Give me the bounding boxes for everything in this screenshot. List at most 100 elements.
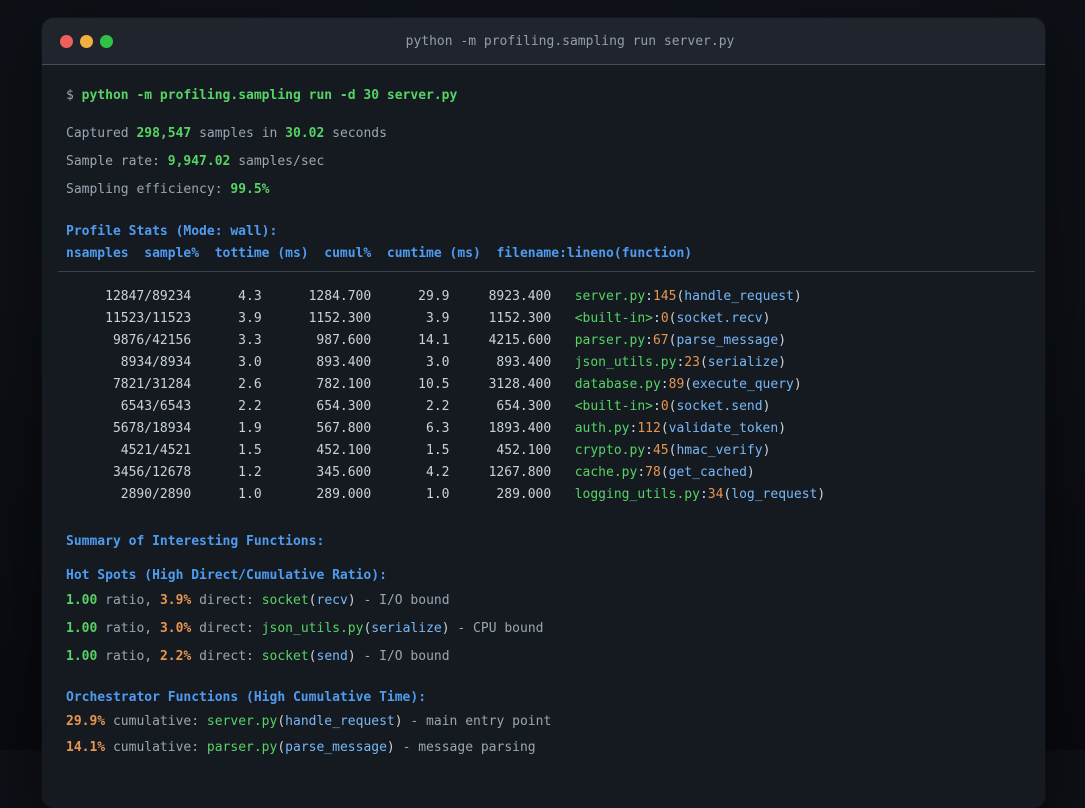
summary-heading: Summary of Interesting Functions:: [66, 531, 1021, 553]
command-line-group: $ python -m profiling.sampling run -d 30…: [66, 85, 1021, 107]
profile-table-header: nsamples sample% tottime (ms) cumul% cum…: [66, 243, 1021, 265]
table-cell: 289.000: [496, 487, 552, 502]
text-segment: :: [645, 289, 653, 304]
text-segment: <built-in>: [574, 311, 653, 326]
table-cell: 6.3: [426, 421, 450, 436]
text-segment: :: [645, 333, 653, 348]
table-divider: [58, 271, 1035, 272]
text-segment: 1.00: [66, 621, 98, 636]
text-segment: (: [308, 593, 317, 608]
text-segment: nsamples sample% tottime (ms) cumul% cum…: [66, 246, 693, 261]
table-cell: 5678/18934: [112, 421, 192, 436]
table-cell: 3456/12678: [112, 465, 192, 480]
table-cell: 3.0: [426, 355, 450, 370]
text-segment: auth.py: [574, 421, 630, 436]
table-cell: 654.300: [316, 399, 372, 414]
close-button[interactable]: [60, 34, 73, 48]
column-gap: [551, 333, 574, 348]
table-cell: 3128.400: [488, 377, 552, 392]
text-segment: cumulative:: [105, 714, 207, 729]
text-segment: 23: [684, 355, 700, 370]
orchestrator-heading: Orchestrator Functions (High Cumulative …: [66, 687, 1021, 709]
text-segment: 9,947.02: [167, 154, 231, 169]
column-gap: [551, 487, 574, 502]
text-segment: - I/O bound: [355, 593, 450, 608]
text-segment: socket: [261, 649, 309, 664]
hot-spot-line: 1.00 ratio, 3.9% direct: socket(recv) - …: [66, 587, 1021, 615]
text-segment: socket: [261, 593, 309, 608]
table-cell: 12847/89234: [105, 289, 192, 304]
text-segment: 30.02: [285, 126, 325, 141]
text-segment: ): [386, 740, 395, 755]
text-segment: serialize: [707, 355, 779, 370]
text-segment: 45: [652, 443, 669, 458]
text-segment: ): [793, 289, 802, 304]
text-segment: Captured: [66, 126, 137, 141]
table-cell: 1267.800: [488, 465, 552, 480]
text-segment: ): [394, 714, 403, 729]
profile-table-row: 8934/8934 3.0 893.400 3.0 893.400 json_utils…: [66, 352, 1021, 374]
text-segment: :: [652, 311, 661, 326]
text-segment: - CPU bound: [449, 621, 544, 636]
text-segment: direct:: [191, 649, 262, 664]
column-gap: [551, 443, 574, 458]
table-cell: 987.600: [316, 333, 372, 348]
text-segment: Sampling efficiency:: [66, 182, 231, 197]
table-cell: 1.5: [238, 443, 262, 458]
text-segment: 0: [660, 311, 669, 326]
window-title: python -m profiling.sampling run server.…: [405, 33, 735, 49]
text-segment: ): [778, 421, 787, 436]
orchestrator-group: 29.9% cumulative: server.py(handle_reque…: [66, 709, 1021, 761]
column-gap: [551, 377, 574, 392]
text-segment: parse_message: [285, 740, 387, 755]
table-cell: 6543/6543: [120, 399, 192, 414]
text-segment: recv: [316, 593, 348, 608]
text-segment: 89: [668, 377, 685, 392]
text-segment: direct:: [191, 621, 262, 636]
column-gap: [551, 465, 574, 480]
text-segment: 112: [637, 421, 661, 436]
text-segment: seconds: [324, 126, 387, 141]
text-segment: :: [652, 399, 661, 414]
profile-table-row: 9876/42156 3.3 987.600 14.1 4215.600 parser.…: [66, 330, 1021, 352]
text-segment: ratio,: [97, 593, 160, 608]
hot-spots-heading: Hot Spots (High Direct/Cumulative Ratio)…: [66, 565, 1021, 587]
table-cell: 4215.600: [488, 333, 552, 348]
table-cell: 11523/11523: [105, 311, 192, 326]
table-cell: 1893.400: [488, 421, 552, 436]
text-segment: database.py: [574, 377, 661, 392]
orchestrator-heading-group: Orchestrator Functions (High Cumulative …: [66, 687, 1021, 709]
text-segment: 298,547: [136, 126, 192, 141]
text-segment: parse_message: [676, 333, 779, 348]
text-segment: handle_request: [285, 714, 395, 729]
window-titlebar[interactable]: python -m profiling.sampling run server.…: [42, 18, 1045, 65]
table-cell: 1152.300: [308, 311, 372, 326]
text-segment: ): [762, 399, 771, 414]
text-segment: ): [778, 333, 787, 348]
text-segment: 1.00: [66, 593, 98, 608]
hot-spot-line: 1.00 ratio, 3.0% direct: json_utils.py(s…: [66, 615, 1021, 643]
text-segment: (: [699, 355, 708, 370]
text-segment: log_request: [731, 487, 818, 502]
column-gap: [551, 311, 574, 326]
text-segment: 34: [707, 487, 724, 502]
orchestrator-line: 14.1% cumulative: parser.py(parse_messag…: [66, 735, 1021, 761]
text-segment: ): [441, 621, 450, 636]
table-cell: 1.0: [238, 487, 262, 502]
maximize-button[interactable]: [100, 34, 113, 48]
text-segment: 78: [645, 465, 661, 480]
terminal-output[interactable]: $ python -m profiling.sampling run -d 30…: [42, 65, 1045, 781]
text-segment: hmac_verify: [676, 443, 763, 458]
table-cell: 29.9: [418, 289, 450, 304]
hot-spot-line: 1.00 ratio, 2.2% direct: socket(send) - …: [66, 643, 1021, 671]
text-segment: direct:: [191, 593, 262, 608]
text-segment: parser.py: [206, 740, 278, 755]
text-segment: (: [277, 714, 286, 729]
text-segment: python -m profiling.sampling run -d 30 s…: [81, 88, 458, 103]
table-cell: 3.9: [426, 311, 450, 326]
table-cell: 2.2: [238, 399, 262, 414]
table-cell: 345.600: [316, 465, 372, 480]
minimize-button[interactable]: [80, 34, 93, 48]
summary-heading-group: Summary of Interesting Functions:: [66, 531, 1021, 553]
table-cell: 2890/2890: [120, 487, 192, 502]
